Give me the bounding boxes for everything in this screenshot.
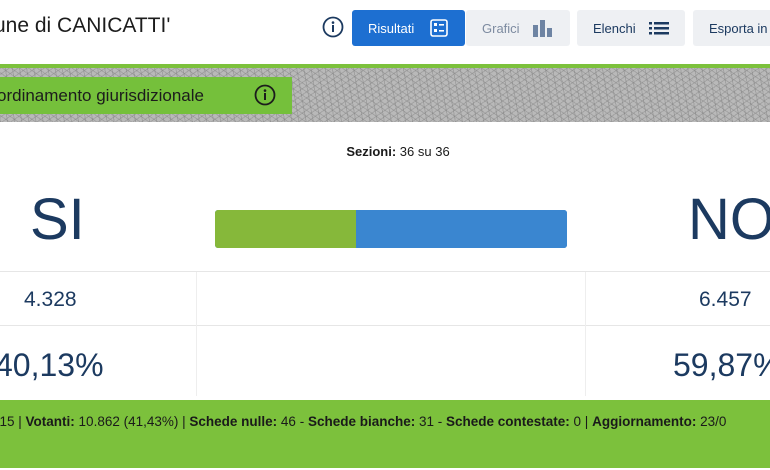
banner-top-stripe (0, 64, 770, 68)
contestate-label: Schede contestate: (446, 414, 570, 429)
bianche-label: Schede bianche: (307, 414, 416, 429)
no-percent: 59,87% (673, 347, 770, 383)
header: une di CANICATTI' Risultati Grafici Elen… (0, 0, 770, 64)
grafici-button[interactable]: Grafici (466, 10, 570, 46)
column-divider (196, 272, 197, 396)
bar-chart-icon (532, 19, 554, 40)
grafici-label: Grafici (482, 20, 520, 36)
votanti-label: Votanti: (25, 414, 75, 429)
list-icon (649, 21, 669, 38)
no-votes: 6.457 (699, 288, 752, 311)
si-votes: 4.328 (24, 288, 77, 311)
sezioni-counter: Sezioni: 36 su 36 (0, 144, 770, 159)
banner-title: ordinamento giurisdizionale (0, 85, 204, 105)
no-label: NO (688, 187, 770, 252)
info-icon[interactable] (254, 84, 276, 106)
sezioni-value: 36 su 36 (399, 144, 450, 159)
si-label: SI (30, 187, 85, 252)
footer-stats-line: 215 | Votanti: 10.862 (41,43%) | Schede … (0, 414, 726, 429)
votanti-value: 10.862 (41,43%) | (74, 414, 190, 429)
nulle-label: Schede nulle: (189, 414, 278, 429)
divider (0, 325, 770, 326)
result-bar (215, 210, 567, 248)
elenchi-label: Elenchi (593, 20, 636, 36)
banner-label: ordinamento giurisdizionale (0, 77, 292, 114)
esporta-label: Esporta in (709, 20, 768, 36)
divider (0, 271, 770, 272)
risultati-button[interactable]: Risultati (352, 10, 465, 46)
bianche-value: 31 - (415, 414, 446, 429)
footer-stats: 215 | Votanti: 10.862 (41,43%) | Schede … (0, 400, 770, 468)
esporta-button[interactable]: Esporta in (693, 10, 770, 46)
list-card-icon (430, 19, 448, 40)
elettori-tail: 215 | (0, 414, 22, 429)
page-title: une di CANICATTI' (0, 14, 171, 37)
si-percent: 40,13% (0, 347, 104, 383)
column-divider (585, 272, 586, 396)
nulle-value: 46 - (277, 414, 308, 429)
elenchi-button[interactable]: Elenchi (577, 10, 685, 46)
info-icon[interactable] (322, 16, 344, 38)
si-bar-segment (215, 210, 357, 248)
contestate-value: 0 | (569, 414, 593, 429)
sezioni-label: Sezioni: (346, 144, 397, 159)
aggiornamento-value: 23/0 (696, 414, 727, 429)
risultati-label: Risultati (368, 20, 415, 36)
no-bar-segment (356, 210, 567, 248)
aggiornamento-label: Aggiornamento: (592, 414, 697, 429)
